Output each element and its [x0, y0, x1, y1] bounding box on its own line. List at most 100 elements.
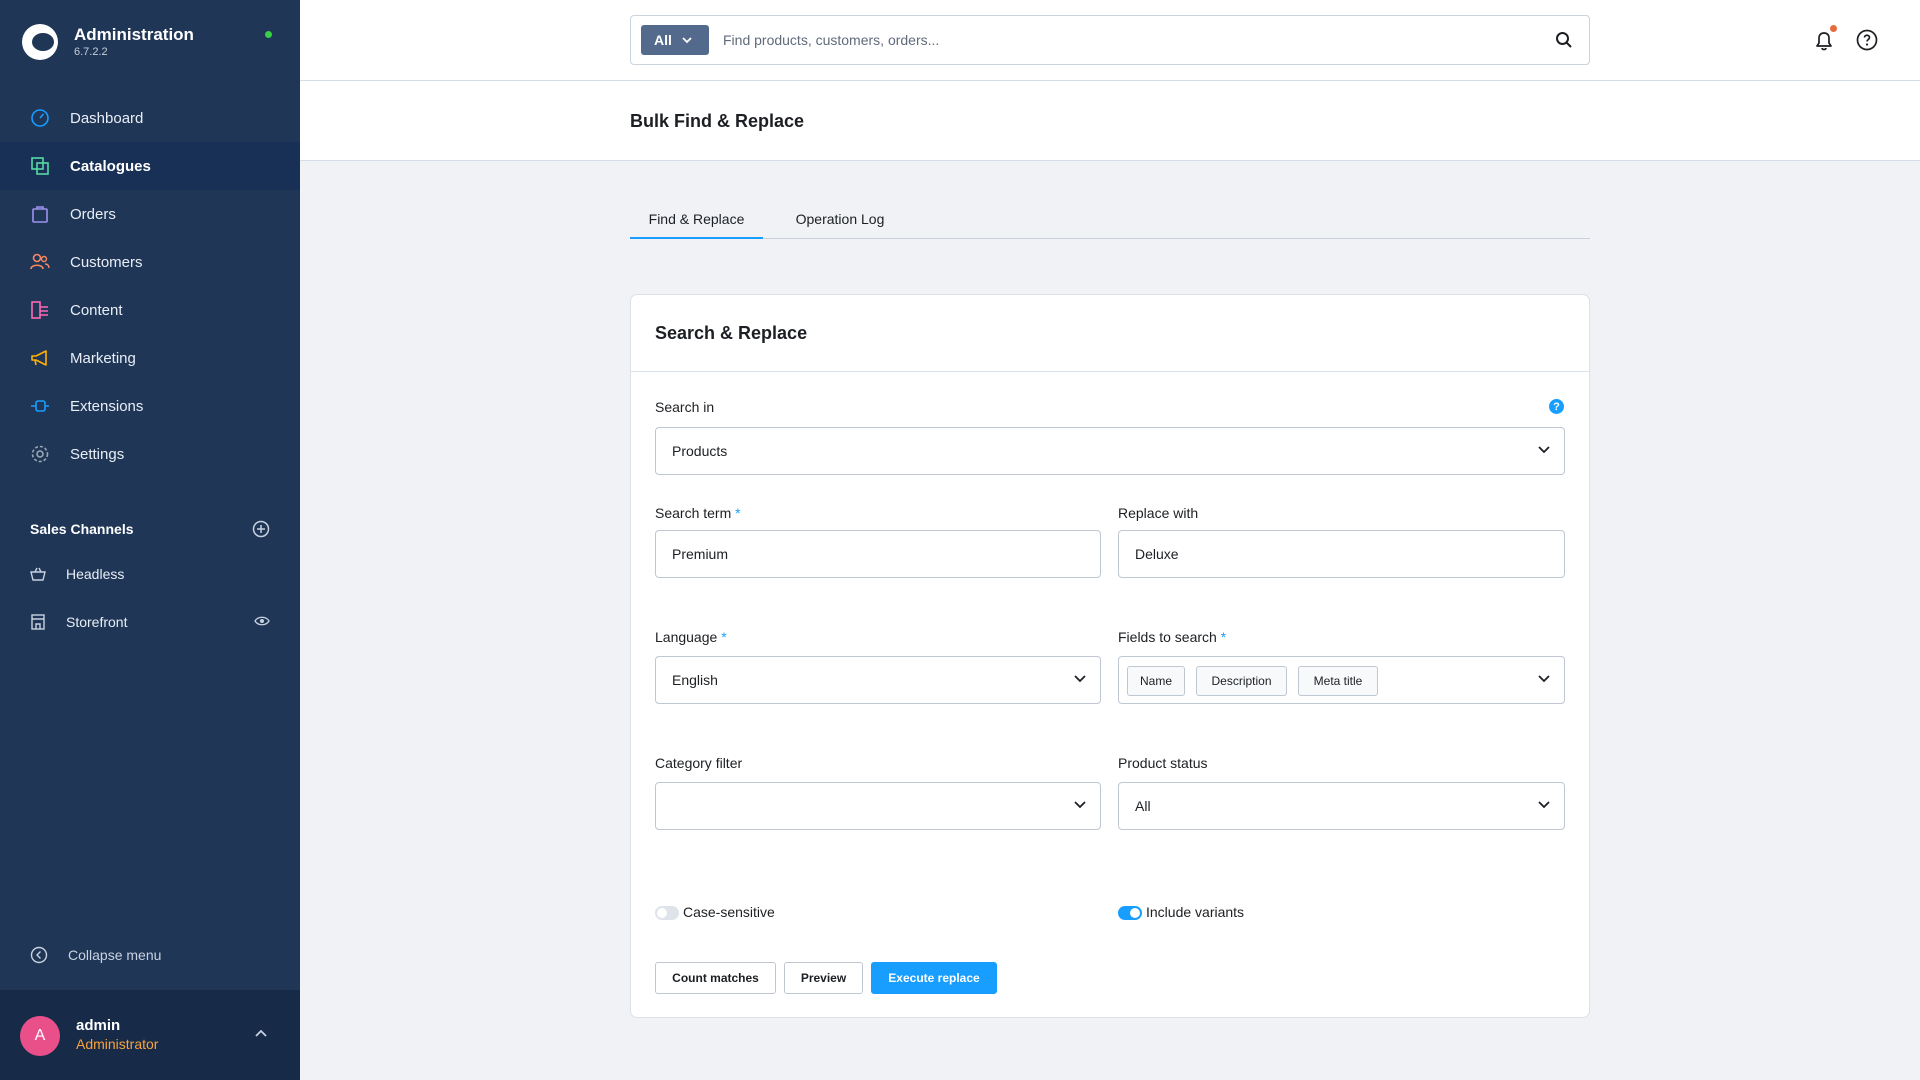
sales-channels-header: Sales Channels — [30, 520, 270, 538]
search-icon[interactable] — [1555, 31, 1573, 49]
sidebar-item-orders[interactable]: Orders — [0, 190, 300, 238]
sidebar-item-label: Dashboard — [70, 109, 144, 127]
selected-field-chip[interactable]: Meta title — [1298, 666, 1378, 696]
app-version: 6.7.2.2 — [74, 46, 108, 58]
user-role: Administrator — [76, 1036, 159, 1052]
shopware-logo-icon — [22, 24, 58, 60]
search-term-label-text: Search term — [655, 505, 732, 521]
sidebar-item-marketing[interactable]: Marketing — [0, 334, 300, 382]
add-sales-channel-icon[interactable] — [252, 520, 270, 538]
chevron-down-icon — [682, 36, 692, 43]
product-status-value: All — [1135, 798, 1151, 814]
toggle-knob — [1130, 908, 1140, 918]
main-navigation: Dashboard Catalogues Orders Customers Co… — [0, 94, 300, 478]
basket-icon — [30, 567, 46, 581]
replace-with-label: Replace with — [1118, 505, 1199, 521]
replace-with-value: Deluxe — [1135, 546, 1179, 562]
sales-channel-headless[interactable]: Headless — [0, 550, 300, 598]
avatar: A — [20, 1016, 60, 1056]
collapse-menu-label: Collapse menu — [68, 947, 162, 963]
content-list-icon — [31, 301, 48, 319]
case-sensitive-label: Case-sensitive — [683, 904, 775, 920]
sidebar-item-customers[interactable]: Customers — [0, 238, 300, 286]
eye-icon[interactable] — [254, 615, 270, 627]
plug-icon — [31, 400, 49, 412]
language-label-text: Language — [655, 629, 718, 645]
search-term-value: Premium — [672, 546, 729, 562]
search-input[interactable] — [723, 25, 1523, 55]
sidebar: Administration 6.7.2.2 Dashboard Catalog… — [0, 0, 300, 1080]
page-header: Bulk Find & Replace — [300, 81, 1920, 161]
replace-with-input[interactable]: Deluxe — [1118, 530, 1565, 578]
search-term-input[interactable]: Premium — [655, 530, 1101, 578]
brand[interactable]: Administration 6.7.2.2 — [22, 24, 194, 60]
gear-icon — [31, 445, 49, 463]
required-marker: * — [735, 505, 741, 521]
execute-replace-button[interactable]: Execute replace — [871, 962, 997, 994]
sidebar-item-settings[interactable]: Settings — [0, 430, 300, 478]
include-variants-toggle[interactable] — [1118, 906, 1142, 920]
selected-field-chip[interactable]: Description — [1196, 666, 1287, 696]
chevron-left-circle-icon — [30, 946, 48, 964]
sidebar-item-label: Content — [70, 301, 123, 319]
sidebar-item-extensions[interactable]: Extensions — [0, 382, 300, 430]
search-type-label: All — [654, 32, 672, 48]
notification-badge — [1830, 25, 1837, 32]
sales-channel-list: Headless Storefront — [0, 550, 300, 646]
sidebar-item-label: Customers — [70, 253, 143, 271]
chevron-down-icon — [1538, 446, 1550, 454]
search-in-label: Search in — [655, 399, 715, 415]
card-title: Search & Replace — [655, 323, 808, 343]
sidebar-item-label: Extensions — [70, 397, 144, 415]
sales-channel-label: Storefront — [66, 614, 128, 630]
product-status-label: Product status — [1118, 755, 1208, 771]
sales-channel-storefront[interactable]: Storefront — [0, 598, 300, 646]
preview-button[interactable]: Preview — [784, 962, 863, 994]
sales-channel-label: Headless — [66, 566, 125, 582]
help-icon[interactable] — [1856, 29, 1878, 51]
selected-field-chip[interactable]: Name — [1127, 666, 1185, 696]
sidebar-item-catalogues[interactable]: Catalogues — [0, 142, 300, 190]
language-select[interactable]: English — [655, 656, 1101, 704]
include-variants-label: Include variants — [1146, 904, 1245, 920]
chevron-down-icon — [1538, 675, 1550, 683]
case-sensitive-toggle[interactable] — [655, 906, 679, 920]
megaphone-icon — [31, 350, 47, 366]
sidebar-item-label: Settings — [70, 445, 125, 463]
category-filter-select[interactable] — [655, 782, 1101, 830]
fields-to-search-label-text: Fields to search — [1118, 629, 1217, 645]
users-icon — [30, 253, 50, 270]
fields-to-search-multiselect[interactable]: Name Description Meta title — [1118, 656, 1565, 704]
tab-find-replace[interactable]: Find & Replace — [630, 211, 763, 239]
search-term-label: Search term * — [655, 505, 741, 521]
sidebar-item-label: Marketing — [70, 349, 136, 367]
toggle-knob — [657, 908, 667, 918]
search-in-select[interactable]: Products — [655, 427, 1565, 475]
sidebar-item-dashboard[interactable]: Dashboard — [0, 94, 300, 142]
sidebar-item-content[interactable]: Content — [0, 286, 300, 334]
page-title: Bulk Find & Replace — [630, 111, 805, 131]
language-label: Language * — [655, 629, 727, 645]
help-badge-icon[interactable]: ? — [1549, 399, 1564, 414]
fields-to-search-label: Fields to search * — [1118, 629, 1226, 645]
collapse-menu-button[interactable]: Collapse menu — [30, 946, 161, 964]
search-replace-card: Search & Replace Search in ? Products Se… — [630, 294, 1590, 1018]
chevron-down-icon — [1074, 675, 1086, 683]
global-search: All — [630, 15, 1590, 65]
online-status-icon — [265, 31, 272, 38]
required-marker: * — [1220, 629, 1227, 645]
search-in-value: Products — [672, 443, 728, 459]
required-marker: * — [721, 629, 727, 645]
topbar: All — [300, 0, 1920, 81]
tab-operation-log[interactable]: Operation Log — [780, 211, 900, 239]
chevron-down-icon — [1538, 801, 1550, 809]
chevron-up-icon[interactable] — [254, 1028, 268, 1038]
app-title: Administration — [74, 25, 194, 44]
product-status-select[interactable]: All — [1118, 782, 1565, 830]
sidebar-item-label: Orders — [70, 205, 116, 223]
search-type-select[interactable]: All — [641, 25, 709, 55]
user-name: admin — [76, 1017, 121, 1034]
count-matches-button[interactable]: Count matches — [655, 962, 776, 994]
chevron-down-icon — [1074, 801, 1086, 809]
user-menu[interactable]: A admin Administrator — [0, 990, 300, 1080]
